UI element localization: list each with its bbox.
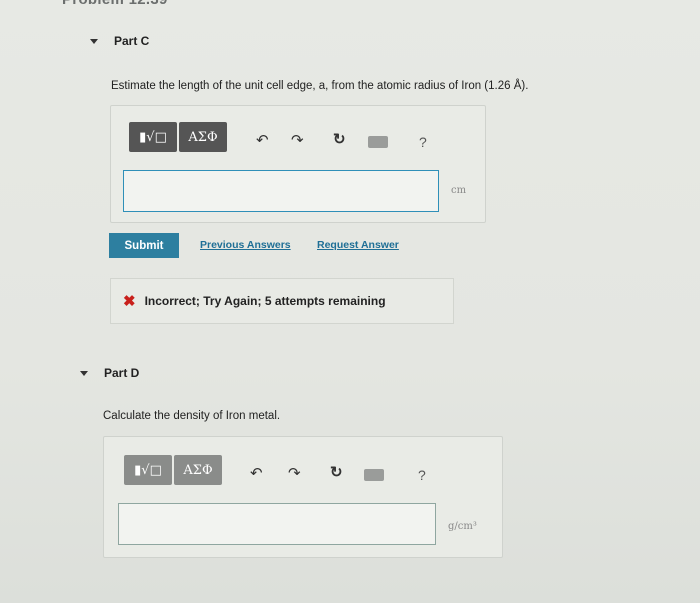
- part-d-unit: g/cm³: [448, 521, 477, 532]
- part-c-header[interactable]: Part C: [90, 34, 149, 48]
- page: Problem 12.39 Part C Estimate the length…: [0, 0, 700, 603]
- part-c-toolbar: ▮√□ ΑΣΦ: [129, 122, 227, 152]
- help-icon[interactable]: ?: [419, 134, 427, 150]
- part-d-prompt: Calculate the density of Iron metal.: [103, 410, 281, 422]
- help-icon[interactable]: ?: [418, 467, 426, 483]
- part-c-answer-input[interactable]: [123, 170, 439, 212]
- part-c-prompt: Estimate the length of the unit cell edg…: [111, 80, 529, 92]
- part-c-label: Part C: [114, 34, 150, 48]
- part-d-toolbar: ▮√□ ΑΣΦ: [124, 455, 222, 485]
- keyboard-icon[interactable]: [364, 469, 384, 481]
- undo-icon[interactable]: ↶: [256, 133, 269, 148]
- previous-answers-link[interactable]: Previous Answers: [200, 239, 291, 251]
- reset-icon[interactable]: ↻: [330, 465, 343, 480]
- greek-symbols-button[interactable]: ΑΣΦ: [179, 122, 227, 152]
- part-c-unit: cm: [451, 185, 467, 196]
- request-answer-link[interactable]: Request Answer: [317, 239, 399, 251]
- part-c-answer-box: ▮√□ ΑΣΦ ↶ ↷ ↻ ? cm: [110, 105, 486, 223]
- feedback-message: ✖ Incorrect; Try Again; 5 attempts remai…: [110, 278, 454, 324]
- incorrect-x-icon: ✖: [123, 293, 136, 310]
- redo-icon[interactable]: ↷: [291, 133, 304, 148]
- part-d-answer-input[interactable]: [118, 503, 436, 545]
- collapse-caret-icon[interactable]: [80, 370, 88, 376]
- templates-button[interactable]: ▮√□: [124, 455, 172, 485]
- undo-icon[interactable]: ↶: [250, 466, 263, 481]
- templates-button[interactable]: ▮√□: [129, 122, 177, 152]
- part-d-answer-box: ▮√□ ΑΣΦ ↶ ↷ ↻ ? g/cm³: [103, 436, 503, 558]
- keyboard-icon[interactable]: [368, 136, 388, 148]
- feedback-text: Incorrect; Try Again; 5 attempts remaini…: [144, 294, 386, 308]
- reset-icon[interactable]: ↻: [333, 132, 346, 147]
- problem-title: Problem 12.39: [62, 0, 168, 8]
- submit-button[interactable]: Submit: [109, 233, 179, 258]
- part-d-header[interactable]: Part D: [80, 366, 139, 380]
- redo-icon[interactable]: ↷: [288, 466, 301, 481]
- part-d-label: Part D: [104, 366, 140, 380]
- collapse-caret-icon[interactable]: [90, 38, 98, 44]
- greek-symbols-button[interactable]: ΑΣΦ: [174, 455, 222, 485]
